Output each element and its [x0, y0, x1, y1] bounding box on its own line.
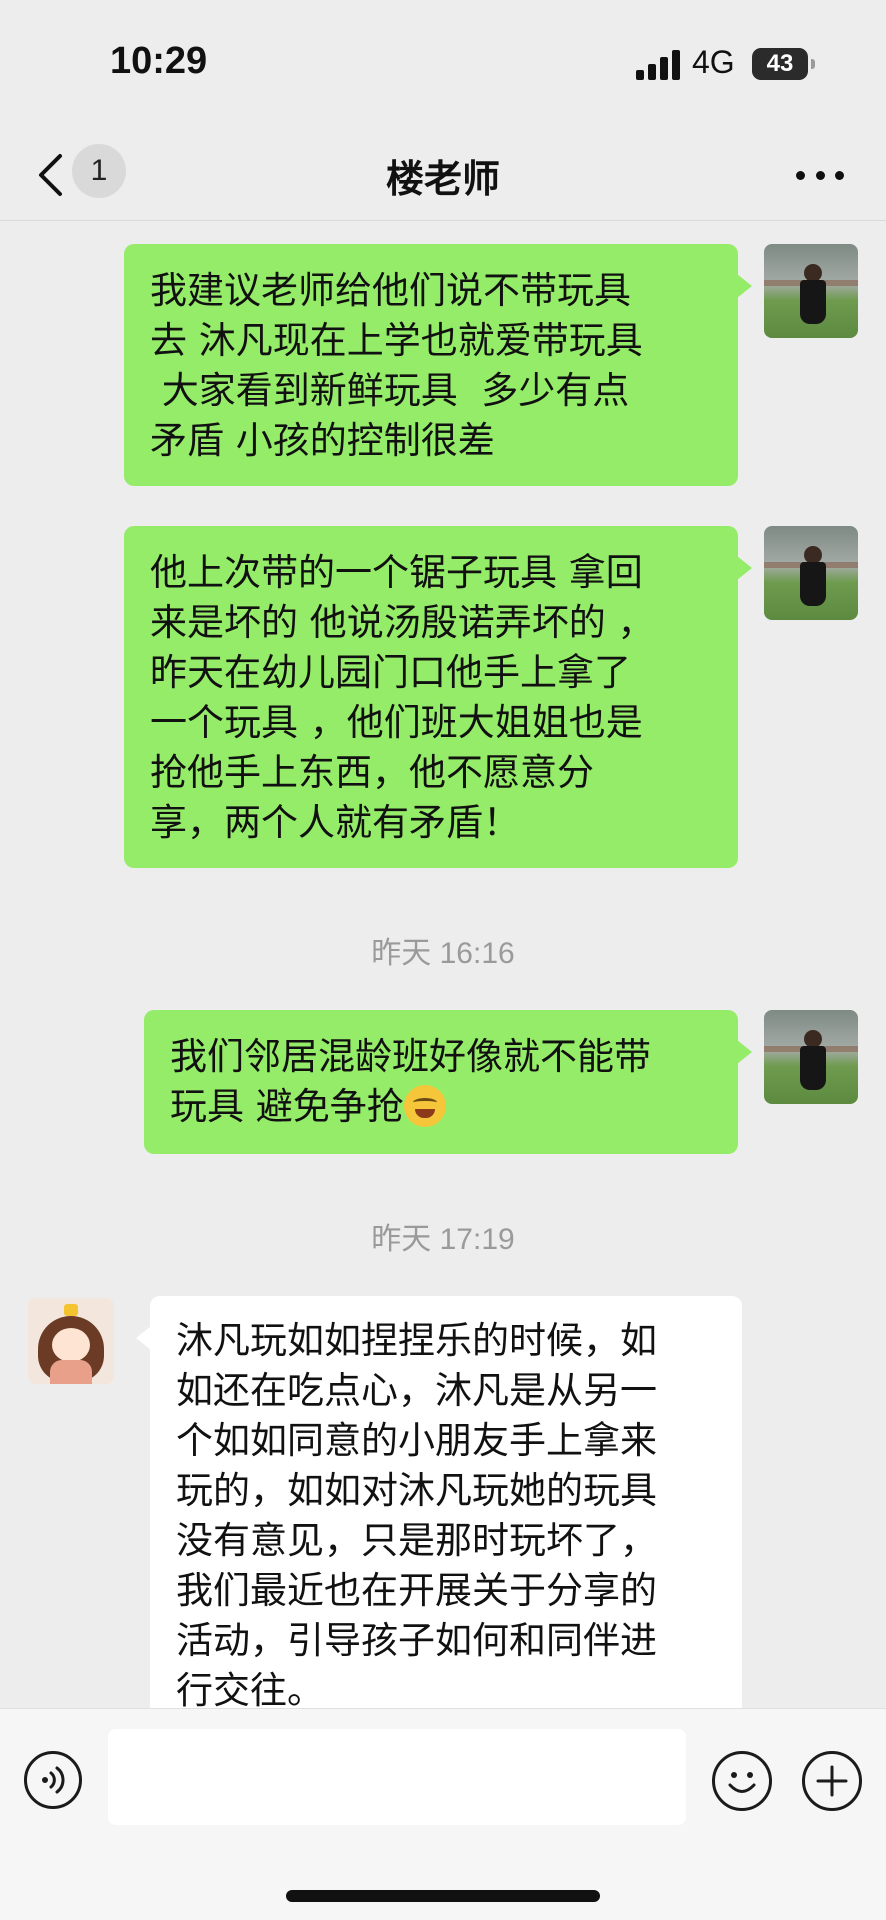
battery-icon: 43 [752, 48, 815, 80]
outgoing-message[interactable]: 我们邻居混龄班好像就不能带 玩具 避免争抢 [144, 1010, 752, 1154]
incoming-message[interactable]: 沐凡玩如如捏捏乐的时候，如 如还在吃点心，沐凡是从另一 个如如同意的小朋友手上拿… [136, 1296, 742, 1736]
signal-icon [636, 50, 680, 80]
input-bar [0, 1708, 886, 1920]
dot [835, 170, 844, 180]
message-line: 我们邻居混龄班好像就不能带 [170, 1035, 651, 1078]
message-timestamp: 昨天 17:19 [371, 1223, 515, 1256]
emoji-icon[interactable] [712, 1751, 772, 1811]
voice-icon[interactable] [24, 1751, 82, 1809]
status-time: 10:29 [110, 40, 208, 82]
my-avatar[interactable] [764, 1010, 858, 1104]
chat-header: 1 楼老师 [0, 130, 886, 221]
message-line: 玩具 避免争抢 [170, 1085, 404, 1128]
network-type: 4G [692, 44, 735, 80]
teacher-avatar[interactable] [28, 1298, 114, 1384]
my-avatar[interactable] [764, 526, 858, 620]
status-bar: 10:29 4G 43 [0, 0, 886, 130]
chat-screen: 10:29 4G 43 1 楼老师 我建议老师给他们说不带玩具 去 沐凡现在上学… [0, 0, 886, 1920]
chat-title: 楼老师 [385, 157, 500, 201]
plus-icon[interactable] [802, 1751, 862, 1811]
more-options-icon[interactable] [796, 168, 844, 182]
outgoing-message[interactable]: 他上次带的一个锯子玩具 拿回 来是坏的 他说汤殷诺弄坏的 ， 昨天在幼儿园门口他… [124, 526, 752, 868]
dot [815, 170, 825, 180]
message-timestamp: 昨天 16:16 [371, 937, 515, 970]
home-indicator[interactable] [286, 1890, 600, 1902]
message-input[interactable] [108, 1729, 686, 1825]
my-avatar[interactable] [764, 244, 858, 338]
outgoing-message[interactable]: 我建议老师给他们说不带玩具 去 沐凡现在上学也就爱带玩具 大家看到新鲜玩具 多少… [124, 244, 752, 486]
dot [796, 170, 805, 180]
crying-laughing-emoji-icon [403, 1085, 446, 1127]
